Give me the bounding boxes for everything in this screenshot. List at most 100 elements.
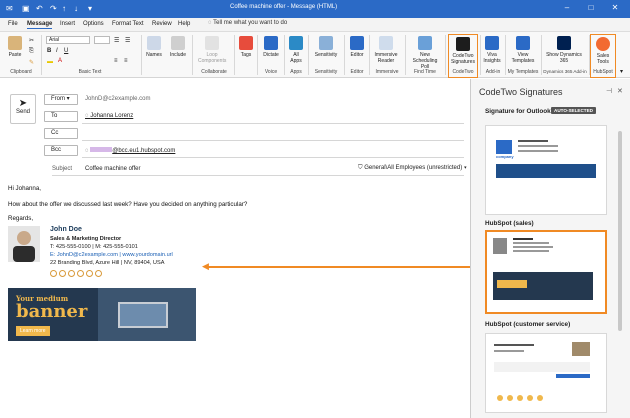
underline-icon[interactable]: U xyxy=(64,48,68,54)
card-company-text: company xyxy=(496,154,514,159)
menu-review[interactable]: Review xyxy=(152,21,172,27)
ribbon-separator xyxy=(257,35,258,75)
font-color-icon[interactable]: A xyxy=(58,58,62,64)
copy-icon[interactable]: ⎘ xyxy=(29,48,34,55)
body-line[interactable]: How about the offer we discussed last we… xyxy=(8,201,247,208)
align-left-icon[interactable]: ≡ xyxy=(114,58,118,64)
all-apps-button[interactable]: All Apps xyxy=(288,36,304,64)
viva-icon xyxy=(485,36,499,50)
bullets-icon[interactable]: ☰ xyxy=(114,37,119,44)
font-size-select[interactable] xyxy=(94,36,110,44)
up-icon[interactable]: ↑ xyxy=(62,3,66,15)
send-button[interactable]: ➤ Send xyxy=(10,94,36,124)
save-icon[interactable]: ▣ xyxy=(22,3,30,15)
signature-card-outlook[interactable]: company xyxy=(485,125,607,215)
menu-insert[interactable]: Insert xyxy=(60,21,75,27)
shield-icon xyxy=(319,36,333,50)
address-book-icon xyxy=(147,36,161,50)
signature-card-hubspot-service[interactable] xyxy=(485,333,607,413)
group-find-time-label: Find Time xyxy=(414,69,436,75)
menu-file[interactable]: File xyxy=(8,21,18,27)
avatar xyxy=(8,226,40,262)
dictate-button[interactable]: Dictate xyxy=(261,36,281,58)
minimize-icon[interactable]: – xyxy=(556,3,578,12)
sensitivity-button[interactable]: Sensitivity xyxy=(311,36,341,58)
down-icon[interactable]: ↓ xyxy=(74,3,78,15)
from-button[interactable]: From ▾ xyxy=(44,94,78,105)
signature-banner[interactable]: Your medium banner Learn more xyxy=(8,288,196,341)
group-dynamics-label: Dynamics 365 Add-in xyxy=(543,69,587,74)
pinterest-icon[interactable] xyxy=(95,270,102,277)
menu-help[interactable]: Help xyxy=(178,21,190,27)
instagram-icon[interactable] xyxy=(86,270,93,277)
to-recipient[interactable]: ◌ Johanna Lorenz xyxy=(85,113,133,119)
outlook-icon: ✉ xyxy=(6,4,13,13)
menu-message[interactable]: Message xyxy=(27,21,53,29)
ribbon-separator xyxy=(480,35,481,75)
editor-button[interactable]: Editor xyxy=(347,36,367,58)
dictate-label: Dictate xyxy=(263,52,279,58)
menu-format-text[interactable]: Format Text xyxy=(112,21,144,27)
twitter-icon[interactable] xyxy=(68,270,75,277)
bcc-button[interactable]: Bcc xyxy=(44,145,78,156)
new-scheduling-poll-button[interactable]: New Scheduling Poll xyxy=(408,36,442,70)
close-icon[interactable]: ✕ xyxy=(604,3,626,12)
immersive-reader-button[interactable]: Immersive Reader xyxy=(371,36,401,64)
sensitivity-label: Sensitivity xyxy=(314,52,338,58)
redo-icon[interactable]: ↷ xyxy=(50,3,57,15)
signature-email[interactable]: E: JohnD@c2example.com | www.yourdomain.… xyxy=(50,252,173,258)
loop-components-button[interactable]: Loop Components xyxy=(198,36,226,64)
tags-button[interactable]: Tags xyxy=(238,36,254,58)
greeting-text[interactable]: Hi Johanna, xyxy=(8,185,41,192)
pane-scrollbar[interactable] xyxy=(618,131,622,331)
group-collaborate-label: Collaborate xyxy=(201,69,227,75)
signature-card-hubspot-sales[interactable] xyxy=(485,230,607,314)
all-apps-label: All Apps xyxy=(290,52,302,64)
close-pane-icon[interactable]: ✕ xyxy=(617,87,623,95)
compose-area: ➤ Send From ▾ JohnD@c2example.com To ◌ J… xyxy=(0,79,477,418)
pane-title: CodeTwo Signatures xyxy=(479,87,563,97)
highlight-icon[interactable]: ▬ xyxy=(47,59,53,65)
paste-button[interactable]: Paste xyxy=(5,36,25,58)
ribbon-collapse-icon[interactable]: ▾ xyxy=(620,68,623,75)
title-bar: ✉ ▣ ↶ ↷ ↑ ↓ ▾ Coffee machine offer - Mes… xyxy=(0,0,630,18)
customize-icon[interactable]: ▾ xyxy=(88,3,92,15)
hubspot-icon xyxy=(596,37,610,51)
cc-field-line[interactable] xyxy=(82,140,464,141)
show-dynamics-button[interactable]: Show Dynamics 365 xyxy=(546,36,582,64)
numbering-icon[interactable]: ☰ xyxy=(125,37,130,44)
apps-grid-icon xyxy=(289,36,303,50)
cut-icon[interactable]: ✂ xyxy=(29,37,34,44)
viva-insights-button[interactable]: Viva Insights xyxy=(483,36,501,64)
annotation-arrow xyxy=(207,266,477,268)
youtube-icon[interactable] xyxy=(77,270,84,277)
bold-icon[interactable]: B xyxy=(47,48,51,54)
view-templates-button[interactable]: View Templates xyxy=(508,36,538,64)
facebook-icon[interactable] xyxy=(50,270,57,277)
font-name-select[interactable]: Arial xyxy=(46,36,90,44)
subject-input[interactable]: Coffee machine offer xyxy=(85,166,140,172)
editor-pen-icon xyxy=(350,36,364,50)
maximize-icon[interactable]: □ xyxy=(580,3,602,12)
to-field-line xyxy=(82,123,464,124)
tell-me-search[interactable]: ◌ Tell me what you want to do xyxy=(208,20,287,26)
linkedin-icon[interactable] xyxy=(59,270,66,277)
bcc-recipient[interactable]: ◌ @bcc.eu1.hubspot.com xyxy=(85,147,175,154)
italic-icon[interactable]: I xyxy=(56,48,58,54)
names-button[interactable]: Names xyxy=(145,36,163,58)
undo-icon[interactable]: ↶ xyxy=(36,3,43,15)
menu-options[interactable]: Options xyxy=(83,21,104,27)
format-painter-icon[interactable]: ✎ xyxy=(29,59,34,66)
align-center-icon[interactable]: ≡ xyxy=(124,58,128,64)
codetwo-label: CodeTwo Signatures xyxy=(451,53,475,65)
tags-label: Tags xyxy=(240,52,252,58)
pin-icon[interactable]: ⊣ xyxy=(606,87,612,95)
to-button[interactable]: To xyxy=(44,111,78,122)
learn-more-button[interactable]: Learn more xyxy=(16,326,50,336)
cc-button[interactable]: Cc xyxy=(44,128,78,139)
include-button[interactable]: Include xyxy=(167,36,189,58)
loop-label: Loop Components xyxy=(198,52,227,64)
sensitivity-label-select[interactable]: ⛉ General\All Employees (unrestricted) ▾ xyxy=(358,165,467,172)
window-title: Coffee machine offer - Message (HTML) xyxy=(230,4,338,10)
regards-text[interactable]: Regards, xyxy=(8,215,33,222)
